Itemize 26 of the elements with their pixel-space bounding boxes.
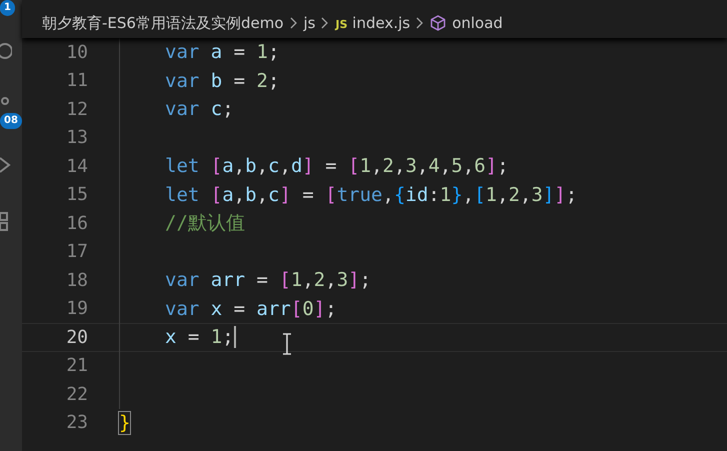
code-line: var a = 1; [165, 41, 280, 64]
code-line: let [a,b,c,d] = [1,2,3,4,5,6]; [165, 155, 509, 178]
line-number: 23 [65, 412, 88, 434]
code-line: let [a,b,c] = [true,{id:1},[1,2,3]]; [165, 184, 578, 206]
line-number: 12 [65, 98, 88, 120]
line-number: 13 [65, 127, 88, 148]
line-number: 18 [65, 270, 88, 291]
line-number: 15 [65, 184, 88, 206]
code-line: var b = 2; [165, 70, 280, 92]
code-line: var arr = [1,2,3]; [165, 269, 372, 292]
notification-badge: 1 [0, 0, 15, 16]
line-number: 14 [65, 156, 88, 177]
line-number: 20 [65, 326, 88, 348]
line-number: 19 [65, 298, 88, 320]
line-number: 22 [65, 384, 88, 405]
line-number: 10 [65, 42, 88, 63]
line-number: 21 [65, 355, 88, 376]
code-line: var c; [165, 98, 234, 120]
code-line: x = 1; [165, 326, 234, 348]
notification-badge: 08 [0, 113, 22, 129]
line-number: 11 [65, 70, 88, 92]
code-line: //默认值 [165, 211, 245, 236]
code-line: var x = arr[0]; [165, 298, 337, 320]
line-number: 17 [65, 241, 88, 262]
line-number: 16 [65, 212, 88, 234]
code-line: } [119, 412, 130, 434]
